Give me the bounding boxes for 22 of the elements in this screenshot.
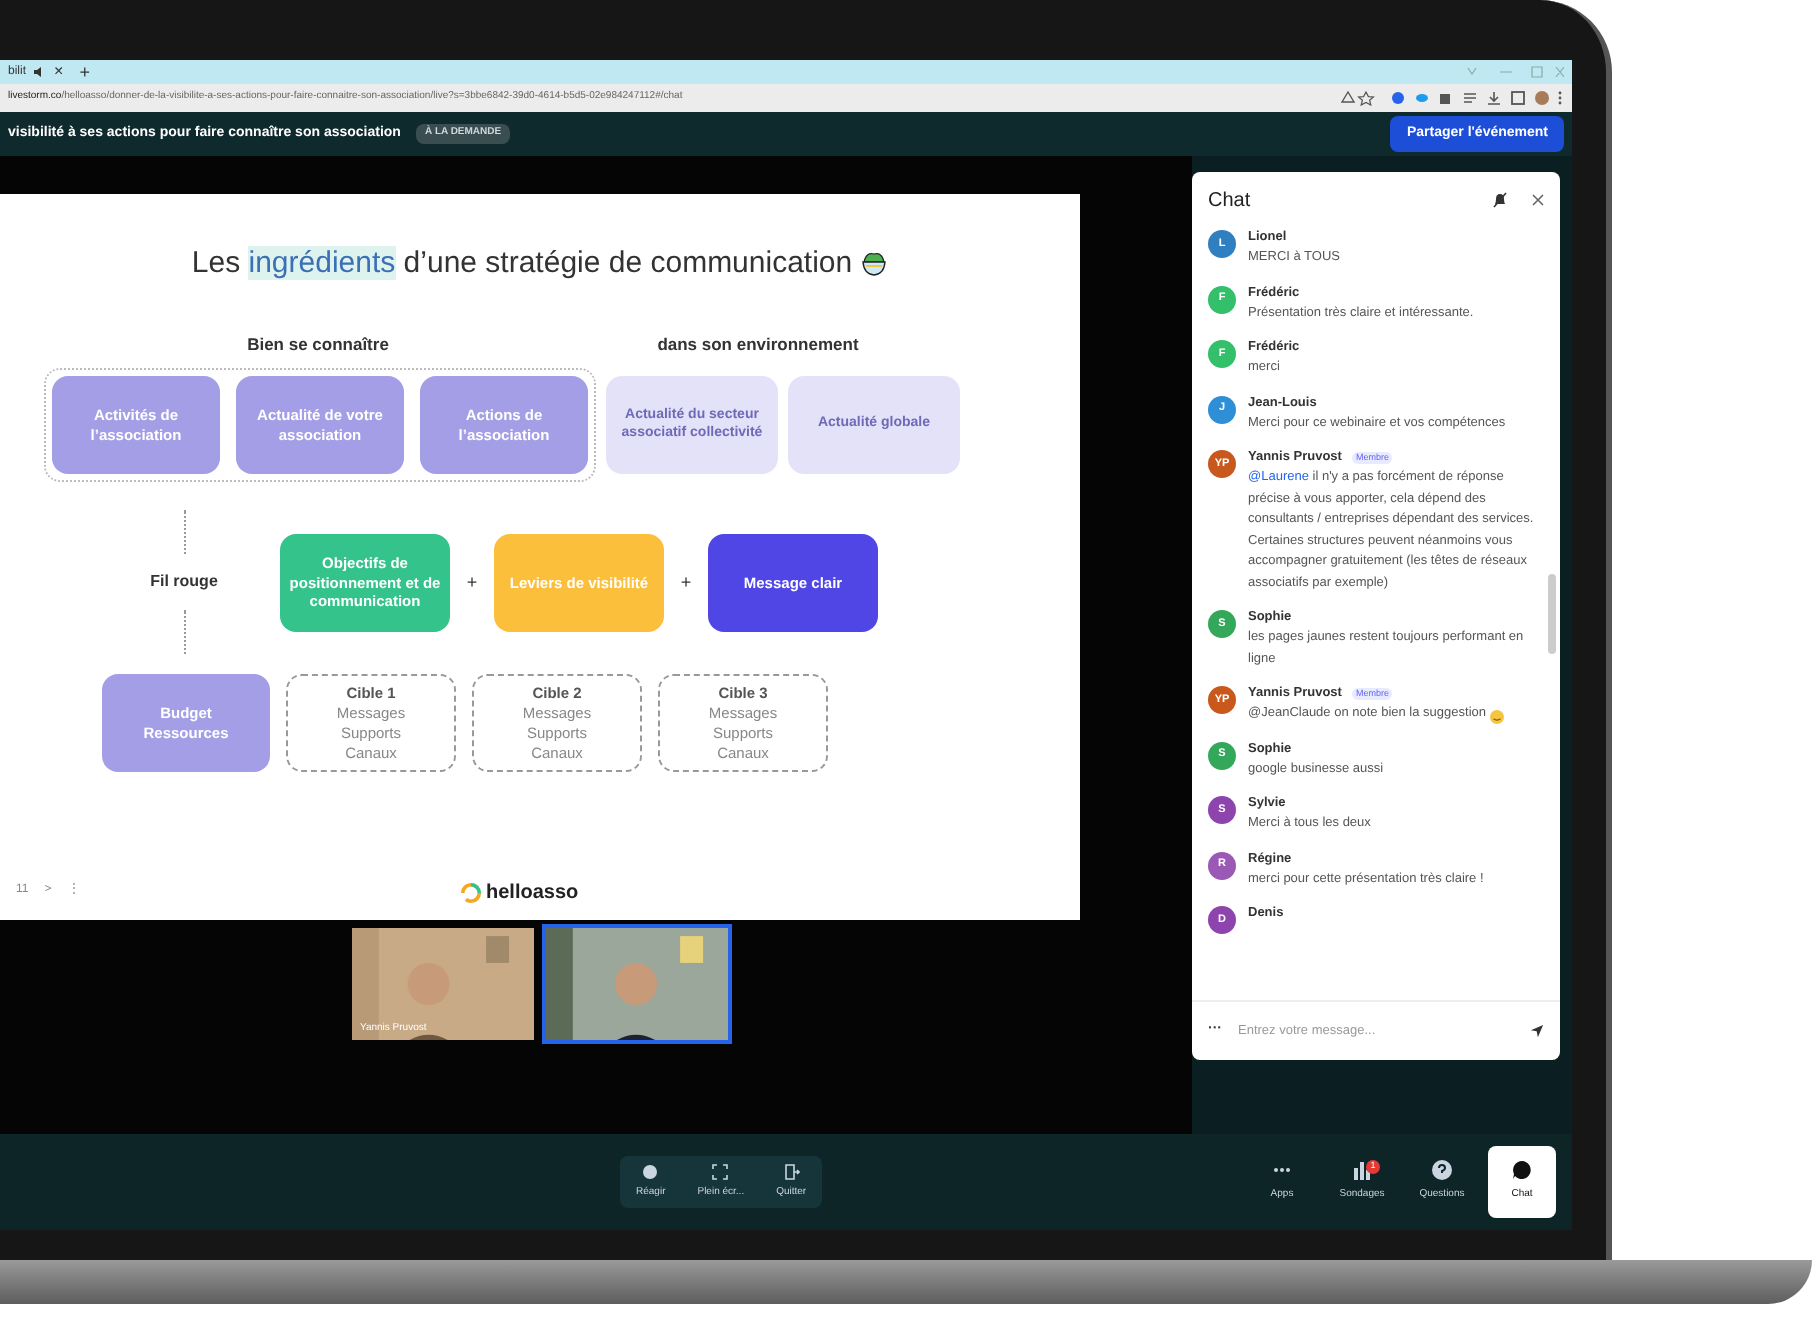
- new-tab-button[interactable]: +: [79, 63, 90, 81]
- send-icon[interactable]: [1530, 1024, 1544, 1038]
- plus-sign: +: [678, 569, 694, 595]
- logo-text: helloasso: [486, 880, 579, 908]
- fullscreen-icon: [712, 1163, 729, 1180]
- chat-icon: [1512, 1160, 1532, 1181]
- speaker-icon: [34, 66, 47, 78]
- close-tab-button[interactable]: ×: [54, 64, 64, 80]
- slide-title: Les ingrédients d’une stratégie de communication: [191, 244, 853, 284]
- close-icon[interactable]: [1532, 194, 1544, 206]
- toolbar-icons[interactable]: [1340, 90, 1564, 106]
- bell-off-icon[interactable]: [1492, 192, 1508, 208]
- question-icon: [1432, 1160, 1452, 1181]
- plus-sign: +: [464, 569, 480, 595]
- logo-ring-icon: [460, 882, 482, 904]
- bar-chart-icon: [1352, 1160, 1372, 1181]
- chat-title: Chat: [1208, 187, 1253, 215]
- section-heading: dans son environnement: [655, 331, 861, 357]
- thread-label: Fil rouge: [150, 570, 218, 595]
- salad-bowl-icon: [860, 250, 889, 279]
- exit-icon: [783, 1163, 800, 1180]
- section-heading: Bien se connaître: [245, 331, 391, 357]
